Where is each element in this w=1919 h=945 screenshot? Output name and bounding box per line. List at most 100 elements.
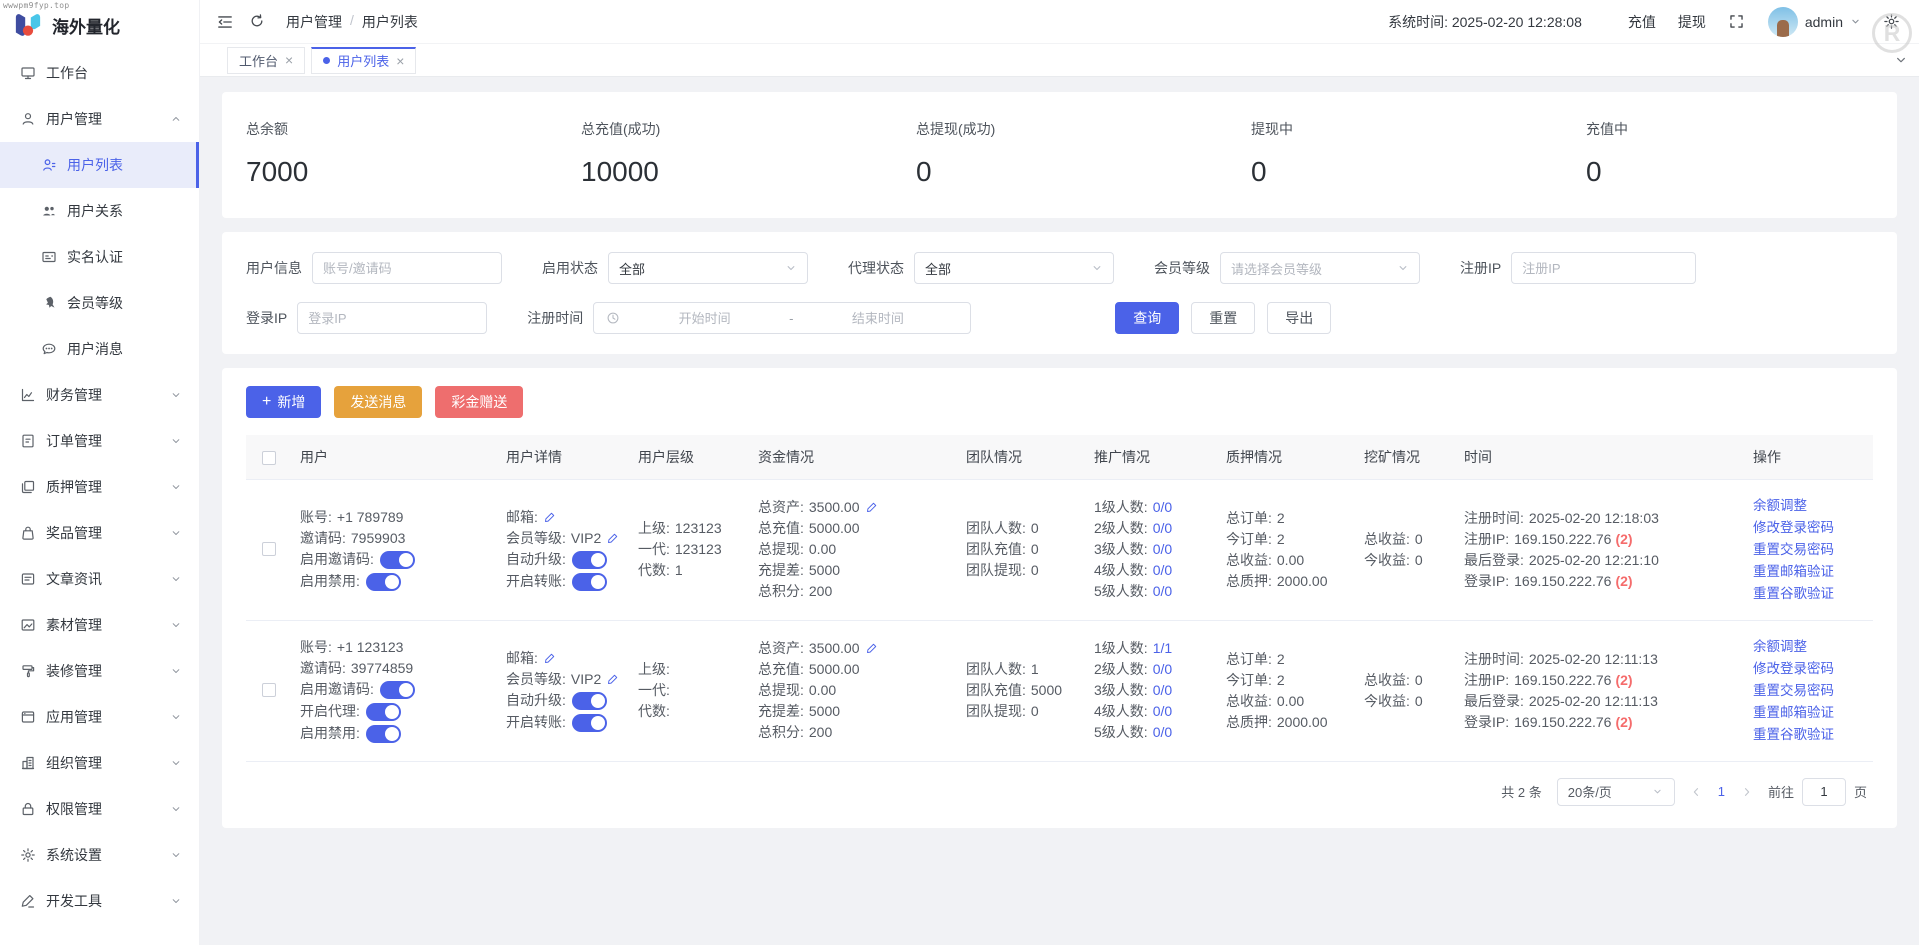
edit-icon[interactable] (866, 501, 878, 513)
promo-count-link[interactable]: 0/0 (1153, 583, 1172, 599)
goto-page-input[interactable] (1801, 777, 1846, 806)
sidebar-item-dev-tools[interactable]: 开发工具 (0, 878, 199, 924)
toggle-line: 自动升级: (506, 549, 622, 571)
agent-status-select[interactable]: 全部 (914, 252, 1114, 284)
add-button[interactable]: + 新增 (246, 386, 322, 418)
send-message-button[interactable]: 发送消息 (334, 386, 423, 418)
field-line: 总质押: 2000.00 (1226, 571, 1348, 592)
sidebar-item-order-management[interactable]: 订单管理 (0, 418, 199, 464)
collapse-menu-icon[interactable] (216, 13, 234, 31)
sidebar-item-member-level[interactable]: 会员等级 (0, 280, 199, 326)
sidebar-item-user-relation[interactable]: 用户关系 (0, 188, 199, 234)
current-page[interactable]: 1 (1718, 784, 1725, 799)
action-link[interactable]: 余额调整 (1753, 636, 1865, 658)
toggle-switch[interactable] (365, 572, 401, 591)
username: admin (1804, 13, 1843, 30)
avatar[interactable] (1767, 6, 1798, 37)
tab-user-list[interactable]: 用户列表 × (311, 46, 417, 74)
promo-count-link[interactable]: 0/0 (1153, 724, 1172, 740)
withdraw-link[interactable]: 提现 (1678, 12, 1706, 32)
page-size-select[interactable]: 20条/页 (1556, 777, 1675, 806)
next-page-icon[interactable] (1741, 786, 1753, 798)
edit-icon[interactable] (866, 642, 878, 654)
reg-ip-input[interactable] (1511, 252, 1697, 284)
action-link[interactable]: 重置交易密码 (1753, 680, 1865, 702)
promo-count-link[interactable]: 0/0 (1153, 703, 1172, 719)
action-link[interactable]: 重置交易密码 (1753, 539, 1865, 561)
promo-count-link[interactable]: 0/0 (1153, 499, 1172, 515)
action-link[interactable]: 修改登录密码 (1753, 658, 1865, 680)
field-line: 总充值: 5000.00 (758, 518, 950, 539)
edit-icon[interactable] (607, 673, 619, 685)
export-button[interactable]: 导出 (1267, 302, 1332, 334)
row-checkbox[interactable] (262, 683, 276, 698)
end-time-input[interactable] (797, 309, 959, 327)
promo-count-link[interactable]: 0/0 (1153, 661, 1172, 677)
promo-count-link[interactable]: 0/0 (1153, 541, 1172, 557)
sidebar-item-real-name-auth[interactable]: 实名认证 (0, 234, 199, 280)
fullscreen-icon[interactable] (1728, 13, 1746, 31)
select-all-checkbox[interactable] (262, 450, 276, 465)
toggle-switch[interactable] (571, 691, 607, 710)
promo-count-link[interactable]: 0/0 (1153, 682, 1172, 698)
sidebar-item-prize-management[interactable]: 奖品管理 (0, 510, 199, 556)
sidebar-item-decoration-management[interactable]: 装修管理 (0, 648, 199, 694)
sidebar-item-pledge-management[interactable]: 质押管理 (0, 464, 199, 510)
action-link[interactable]: 余额调整 (1753, 495, 1865, 517)
toggle-switch[interactable] (365, 702, 401, 721)
toggle-switch[interactable] (571, 713, 607, 732)
close-icon[interactable]: × (285, 53, 293, 67)
toggle-switch[interactable] (571, 550, 607, 569)
toggle-switch[interactable] (379, 550, 415, 569)
breadcrumb-item[interactable]: 用户管理 (286, 12, 342, 32)
article-icon (20, 571, 36, 587)
toggle-switch[interactable] (365, 724, 401, 743)
edit-icon[interactable] (544, 511, 556, 523)
member-level-select[interactable]: 请选择会员等级 (1220, 252, 1420, 284)
start-time-input[interactable] (624, 309, 786, 327)
field-value: 123123 (674, 541, 722, 557)
promo-count-link[interactable]: 0/0 (1153, 562, 1172, 578)
sidebar-item-material-management[interactable]: 素材管理 (0, 602, 199, 648)
edit-icon[interactable] (607, 532, 619, 544)
user-info-input[interactable] (312, 252, 502, 284)
active-tab-dot (323, 57, 331, 64)
user-menu[interactable]: admin (1767, 6, 1861, 37)
tab-list-chevron-icon[interactable] (1894, 53, 1908, 67)
sidebar-item-finance-management[interactable]: 财务管理 (0, 372, 199, 418)
sidebar-item-workbench[interactable]: 工作台 (0, 50, 199, 96)
promo-count-link[interactable]: 0/0 (1153, 520, 1172, 536)
promo-count-link[interactable]: 1/1 (1153, 640, 1172, 656)
search-button[interactable]: 查询 (1115, 302, 1180, 334)
edit-icon[interactable] (544, 652, 556, 664)
filter-label: 注册时间 (527, 310, 584, 326)
sidebar-item-permission-management[interactable]: 权限管理 (0, 786, 199, 832)
sidebar-item-org-management[interactable]: 组织管理 (0, 740, 199, 786)
refresh-icon[interactable] (249, 13, 267, 31)
sidebar-item-label: 装修管理 (46, 663, 102, 679)
sidebar-item-system-settings[interactable]: 系统设置 (0, 832, 199, 878)
prev-page-icon[interactable] (1690, 786, 1702, 798)
row-checkbox[interactable] (262, 542, 276, 557)
sidebar-item-user-message[interactable]: 用户消息 (0, 326, 199, 372)
cell-mining: 总收益: 0 今收益: 0 (1356, 479, 1456, 621)
bonus-button[interactable]: 彩金赠送 (435, 386, 524, 418)
action-link[interactable]: 重置谷歌验证 (1753, 724, 1865, 746)
action-link[interactable]: 重置谷歌验证 (1753, 583, 1865, 605)
sidebar-item-app-management[interactable]: 应用管理 (0, 694, 199, 740)
close-icon[interactable]: × (396, 54, 404, 68)
sidebar-item-user-list[interactable]: 用户列表 (0, 142, 199, 188)
toggle-switch[interactable] (379, 680, 415, 699)
sidebar-item-user-management[interactable]: 用户管理 (0, 96, 199, 142)
recharge-link[interactable]: 充值 (1628, 12, 1656, 32)
reset-button[interactable]: 重置 (1191, 302, 1256, 334)
enable-status-select[interactable]: 全部 (608, 252, 808, 284)
reg-time-range-picker[interactable]: - (593, 302, 972, 334)
action-link[interactable]: 重置邮箱验证 (1753, 561, 1865, 583)
action-link[interactable]: 修改登录密码 (1753, 517, 1865, 539)
tab-workbench[interactable]: 工作台 × (227, 46, 306, 74)
action-link[interactable]: 重置邮箱验证 (1753, 702, 1865, 724)
toggle-switch[interactable] (571, 572, 607, 591)
login-ip-input[interactable] (297, 302, 488, 334)
sidebar-item-article-news[interactable]: 文章资讯 (0, 556, 199, 602)
